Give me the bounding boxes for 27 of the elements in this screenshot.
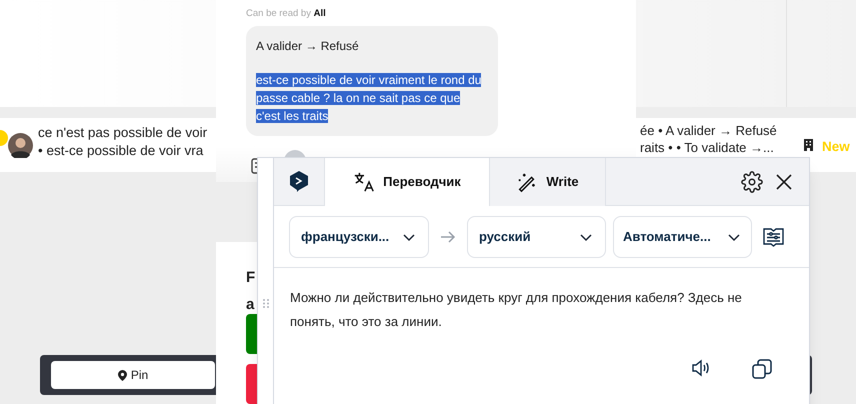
copy-icon[interactable] (751, 358, 773, 380)
list-row-text: ce n'est pas possible de voir (38, 124, 208, 142)
formality-select[interactable]: Автоматиче... (613, 216, 752, 258)
panel-title: a (246, 295, 256, 315)
list-row-text: raits • • To validate →... (640, 139, 775, 156)
glossary-icon[interactable] (763, 226, 784, 246)
panel-title: F (246, 268, 256, 288)
translate-icon (353, 171, 376, 193)
settings-icon[interactable] (741, 170, 763, 192)
visibility-label: Can be read by All (246, 7, 326, 21)
tab[interactable]: Write (489, 158, 605, 206)
list-row-text: ée • A valider → Refusé (640, 122, 777, 139)
map-pin-icon (118, 370, 127, 380)
pin-button[interactable]: Pin (51, 361, 215, 389)
list-row-text: • est-ce possible de voir vra (38, 142, 204, 160)
drag-handle-icon[interactable] (262, 299, 268, 308)
logo-icon (290, 171, 308, 192)
close-icon[interactable] (775, 172, 793, 190)
building-icon (804, 139, 813, 151)
source-language-select[interactable]: французски... (289, 216, 429, 258)
status-change-text: A valider → Refusé (256, 38, 359, 55)
tab[interactable]: Переводчик (324, 158, 489, 206)
arrow-right-icon (440, 230, 456, 244)
status-label: New (822, 138, 850, 156)
speaker-icon[interactable] (691, 358, 711, 378)
target-language-select[interactable]: русский (467, 216, 606, 258)
translation-text: Можно ли действительно увидеть круг для прохождения кабеля? Здесь не понять, что это за линии. (289, 289, 743, 331)
